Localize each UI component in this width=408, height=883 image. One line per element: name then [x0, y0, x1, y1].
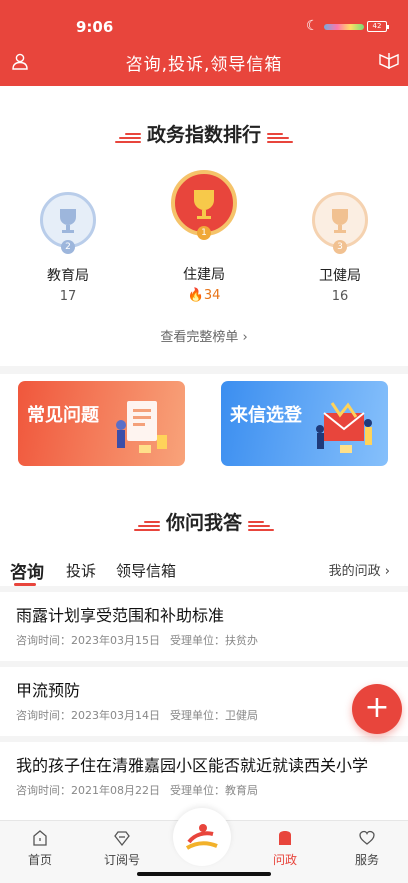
title-decoration-right: [267, 131, 293, 143]
view-full-list-link[interactable]: 查看完整榜单 ›: [0, 326, 408, 345]
flame-icon: 🔥: [187, 288, 204, 303]
book-icon[interactable]: [378, 52, 400, 70]
nav-home[interactable]: 首页: [10, 829, 70, 868]
rank-name: 卫健局: [319, 268, 361, 284]
rank-score: 16: [331, 289, 349, 304]
nav-subscribe[interactable]: 订阅号: [92, 829, 152, 868]
rank-name: 教育局: [47, 268, 89, 284]
bronze-medal-icon: 3: [312, 192, 368, 254]
nav-politics[interactable]: 问政: [255, 829, 315, 868]
divider: [0, 366, 408, 374]
qa-title: 你问我答: [165, 512, 242, 534]
list-item[interactable]: 甲流预防 咨询时间：2023年03月14日 受理单位：卫健局: [0, 661, 408, 731]
item-meta: 咨询时间：2021年08月22日 受理单位：教育局: [16, 784, 258, 797]
rank-score: 17: [59, 289, 77, 304]
home-indicator: [137, 872, 271, 876]
rank-number: 1: [197, 226, 211, 240]
item-title: 甲流预防: [16, 681, 81, 700]
plus-icon: +: [364, 690, 390, 725]
rank-name: 住建局: [183, 267, 225, 283]
letter-card[interactable]: 来信选登: [221, 381, 388, 466]
rank-item-2[interactable]: 2 教育局 17: [13, 192, 123, 304]
title-decoration-left: [114, 131, 141, 143]
item-meta: 咨询时间：2023年03月14日 受理单位：卫健局: [16, 709, 258, 722]
chevron-right-icon: ›: [238, 330, 248, 345]
home-icon: [33, 830, 47, 846]
documents-illustration-icon: [116, 401, 167, 453]
gold-medal-icon: 1: [171, 170, 237, 240]
ranking-section-title: 政务指数排行: [0, 120, 408, 147]
letter-card-label: 来信选登: [230, 405, 302, 426]
my-questions-link[interactable]: 我的问政 ›: [329, 560, 390, 579]
header: 9:06 ☾ 42 咨询,投诉,领导信箱: [0, 0, 408, 86]
list-item[interactable]: 雨露计划享受范围和补助标准 咨询时间：2023年03月15日 受理单位：扶贫办: [0, 586, 408, 656]
ranking-title: 政务指数排行: [146, 124, 261, 146]
politics-icon: [279, 831, 291, 845]
diamond-icon: [114, 831, 130, 847]
item-title: 我的孩子住在清雅嘉园小区能否就近就读西关小学: [16, 756, 369, 775]
battery-icon: 42: [367, 21, 389, 32]
rank-item-1[interactable]: 1 住建局 🔥34: [149, 170, 259, 303]
rank-item-3[interactable]: 3 卫健局 16: [285, 192, 395, 304]
faq-card[interactable]: 常见问题: [18, 381, 185, 466]
title-decoration-right: [248, 519, 274, 531]
app-logo-icon: [185, 824, 218, 850]
status-time: 9:06: [76, 18, 114, 36]
qa-section-title: 你问我答: [0, 508, 408, 535]
rank-number: 3: [333, 240, 347, 254]
nav-service[interactable]: 服务: [337, 829, 397, 868]
rank-score: 🔥34: [187, 288, 221, 303]
center-logo-button[interactable]: [173, 808, 231, 866]
title-decoration-left: [133, 519, 160, 531]
add-question-button[interactable]: +: [352, 684, 402, 734]
tab-complaint[interactable]: 投诉: [66, 560, 96, 581]
rank-number: 2: [61, 240, 75, 254]
item-title: 雨露计划享受范围和补助标准: [16, 606, 225, 625]
faq-card-label: 常见问题: [27, 405, 99, 426]
heart-icon: [359, 830, 375, 845]
chevron-right-icon: ›: [380, 564, 390, 579]
item-meta: 咨询时间：2023年03月15日 受理单位：扶贫办: [16, 634, 258, 647]
tab-leader-mailbox[interactable]: 领导信箱: [116, 560, 176, 581]
mail-illustration-icon: [316, 402, 372, 453]
silver-medal-icon: 2: [40, 192, 96, 254]
signal-icon: [324, 24, 364, 30]
list-item[interactable]: 我的孩子住在清雅嘉园小区能否就近就读西关小学 咨询时间：2021年08月22日受…: [0, 736, 408, 806]
qa-tabs: 咨询 投诉 领导信箱 我的问政 ›: [0, 558, 408, 586]
page-title: 咨询,投诉,领导信箱: [125, 55, 283, 75]
moon-icon: ☾: [306, 18, 319, 34]
tab-consult[interactable]: 咨询: [10, 558, 44, 583]
